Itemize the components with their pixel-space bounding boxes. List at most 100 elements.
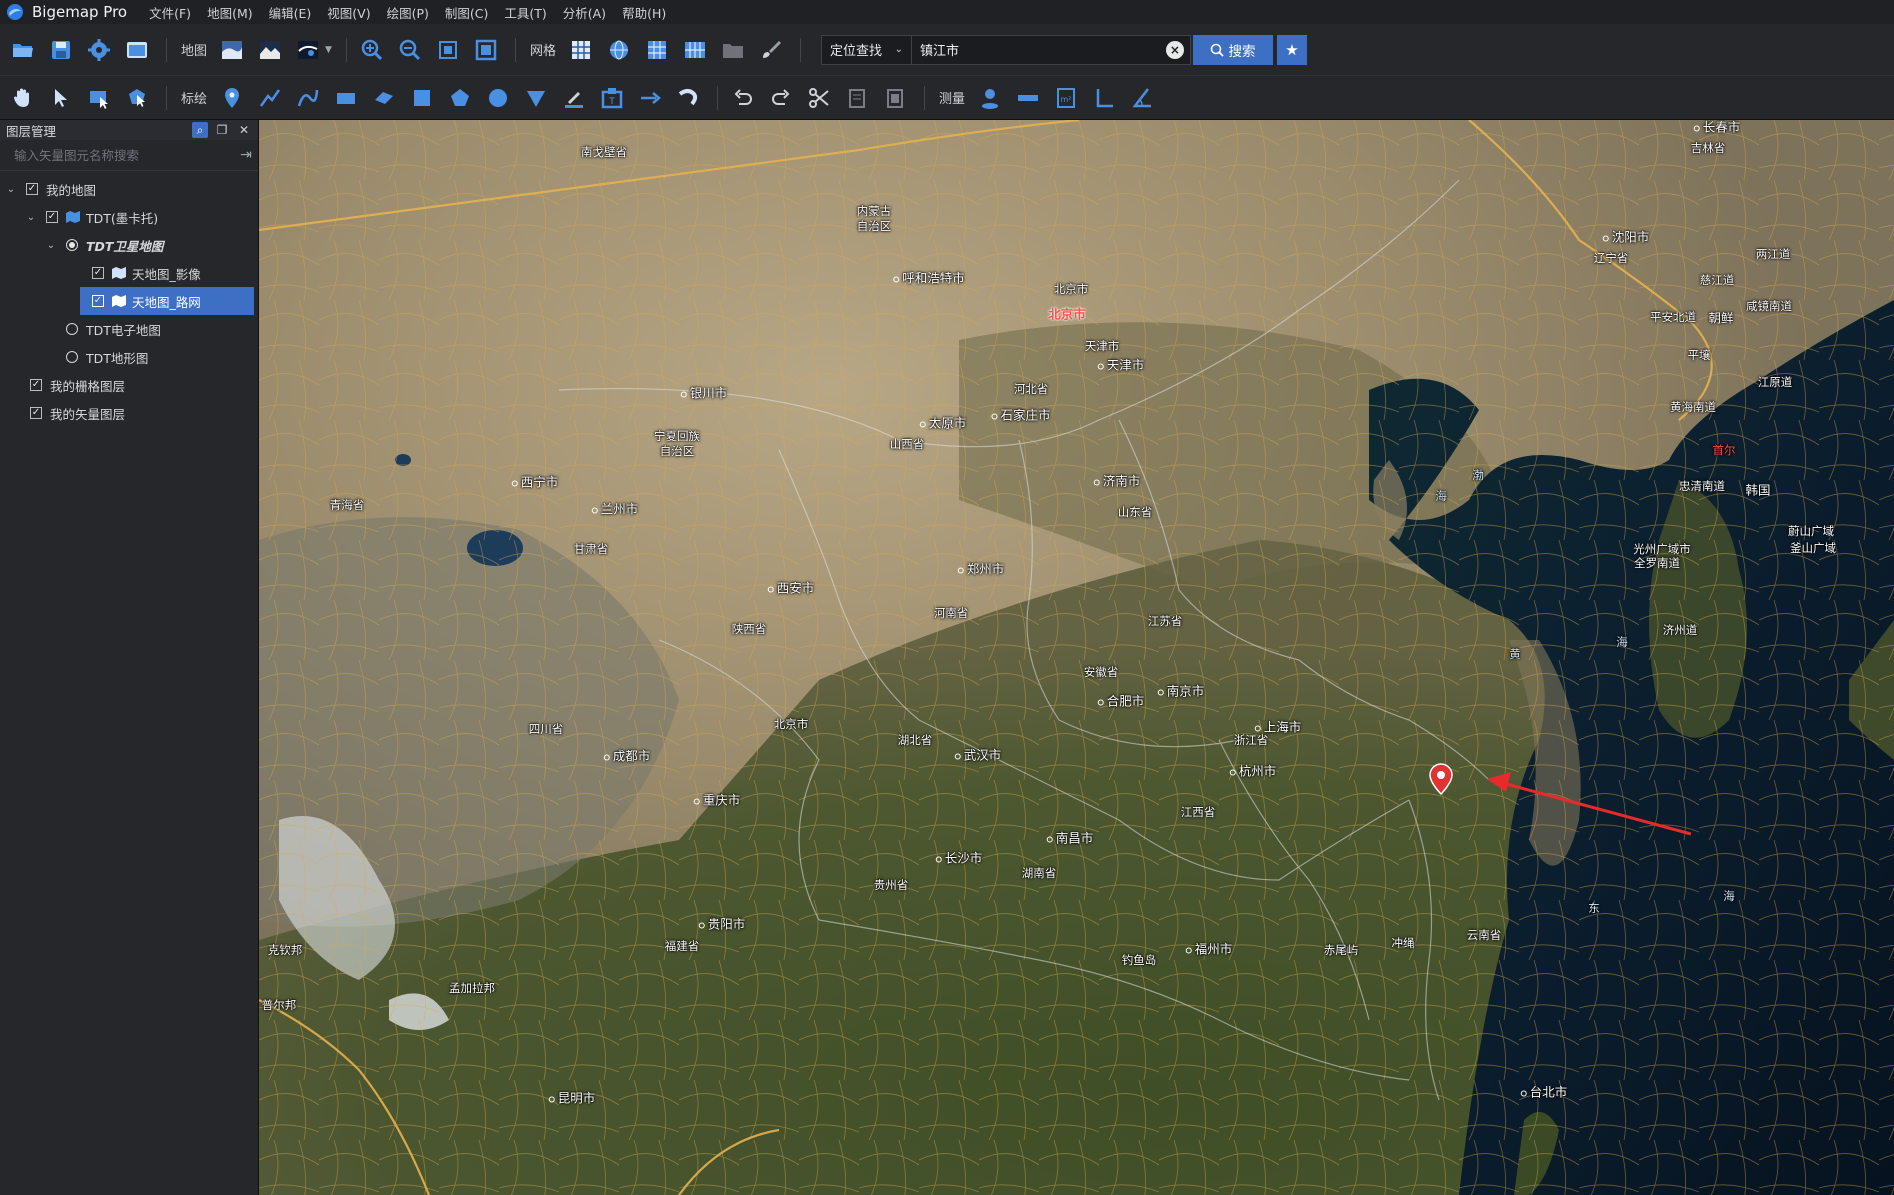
checkbox-checked[interactable]: ✓	[26, 183, 38, 195]
polygon-select-button[interactable]	[120, 81, 154, 115]
menu-analysis[interactable]: 分析(A)	[563, 3, 606, 22]
chevron-down-icon[interactable]: ⌄	[4, 184, 18, 195]
search-icon[interactable]: ⌕	[192, 122, 208, 138]
save-button[interactable]	[44, 33, 78, 67]
search-button[interactable]: 搜索	[1192, 34, 1273, 65]
clear-search-icon[interactable]: ×	[1165, 40, 1184, 59]
map-source-3-button[interactable]	[291, 33, 325, 67]
panel-title: 图层管理	[6, 123, 57, 139]
place-label: 朝鲜	[1708, 310, 1734, 326]
float-window-icon[interactable]: ❐	[214, 122, 230, 138]
tree-item-tdt-mercator[interactable]: ⌄ ✓ TDT(墨卡托)	[0, 203, 258, 231]
radio-unselected[interactable]	[66, 351, 78, 363]
select-tool-button[interactable]	[44, 81, 78, 115]
redo-button[interactable]	[764, 81, 798, 115]
menu-view[interactable]: 视图(V)	[327, 3, 370, 22]
app-name: Bigemap Pro	[32, 3, 128, 21]
curve-tool-button[interactable]	[291, 81, 325, 115]
radio-unselected[interactable]	[66, 323, 78, 335]
tree-item-tdt-satellite[interactable]: ⌄ TDT卫星地图	[0, 231, 258, 259]
tree-item-my-raster-layers[interactable]: ✓ 我的栅格图层	[0, 371, 258, 399]
paste-button[interactable]	[878, 81, 912, 115]
ruler-icon	[1018, 94, 1039, 101]
favorite-button[interactable]: ★	[1276, 34, 1307, 65]
menu-help[interactable]: 帮助(H)	[622, 3, 666, 22]
freeform-tool-button[interactable]	[367, 81, 401, 115]
place-label: 首尔	[1712, 443, 1736, 457]
checkbox-checked[interactable]: ✓	[92, 295, 104, 307]
map-source-1-button[interactable]	[215, 33, 249, 67]
place-label: 自治区	[856, 219, 892, 233]
close-icon[interactable]: ✕	[236, 122, 252, 138]
tile-grid-button[interactable]	[640, 33, 674, 67]
tree-item-tdt-terrain[interactable]: TDT地形图	[0, 343, 258, 371]
map-source-2-button[interactable]	[253, 33, 287, 67]
sector-tool-button[interactable]	[519, 81, 553, 115]
full-extent-button[interactable]	[469, 33, 503, 67]
search-mode-select[interactable]: 定位查找 ⌄	[822, 35, 912, 64]
grid-button[interactable]	[564, 33, 598, 67]
tree-item-my-map[interactable]: ⌄ ✓ 我的地图	[0, 175, 258, 203]
tree-item-my-vector-layers[interactable]: ✓ 我的矢量图层	[0, 399, 258, 427]
chevron-down-icon[interactable]: ▼	[325, 45, 332, 55]
map-pin-icon[interactable]	[1426, 762, 1456, 796]
cut-button[interactable]	[802, 81, 836, 115]
label-tool-button[interactable]: T	[595, 81, 629, 115]
screenshot-button[interactable]	[120, 33, 154, 67]
polygon-tool-button[interactable]	[443, 81, 477, 115]
measure-height-button[interactable]	[1087, 81, 1121, 115]
layer-search-input[interactable]	[12, 146, 234, 164]
point-tool-button[interactable]	[215, 81, 249, 115]
place-label: 陕西省	[731, 622, 767, 636]
globe-grid-button[interactable]	[602, 33, 636, 67]
folder-button[interactable]	[716, 33, 750, 67]
line-tool-button[interactable]	[253, 81, 287, 115]
checkbox-checked[interactable]: ✓	[30, 407, 42, 419]
circle-tool-button[interactable]	[481, 81, 515, 115]
undo-button[interactable]	[726, 81, 760, 115]
collapse-panel-icon[interactable]: ⇥	[234, 147, 258, 163]
tree-item-tianditu-imagery[interactable]: ✓ 天地图_影像	[0, 259, 258, 287]
tree-item-tianditu-roads[interactable]: ✓ 天地图_路网	[80, 287, 254, 315]
chevron-down-icon[interactable]: ⌄	[24, 212, 38, 223]
checkbox-checked[interactable]: ✓	[30, 379, 42, 391]
pan-tool-button[interactable]	[6, 81, 40, 115]
menu-cartography[interactable]: 制图(C)	[445, 3, 488, 22]
menu-map[interactable]: 地图(M)	[207, 3, 253, 22]
place-label: 西安市	[768, 578, 815, 597]
measure-distance-button[interactable]	[1011, 81, 1045, 115]
text-underline-icon	[565, 91, 584, 108]
settings-button[interactable]	[82, 33, 116, 67]
menu-file[interactable]: 文件(F)	[149, 3, 191, 22]
menu-draw[interactable]: 绘图(P)	[387, 3, 429, 22]
map-view[interactable]: 长春市 吉林省 南戈壁省 内蒙古 自治区 沈阳市 辽宁省 两江道 慈江道 咸镜南…	[259, 120, 1894, 1195]
toolbar-separator	[166, 37, 167, 62]
chevron-down-icon[interactable]: ⌄	[44, 240, 58, 251]
clear-button[interactable]	[754, 33, 788, 67]
zoom-out-button[interactable]	[393, 33, 427, 67]
curved-arrow-icon	[678, 88, 698, 105]
curved-arrow-tool-button[interactable]	[671, 81, 705, 115]
tree-item-tdt-electronic[interactable]: TDT电子地图	[0, 315, 258, 343]
place-label: 自治区	[659, 444, 695, 458]
zoom-extent-button[interactable]	[431, 33, 465, 67]
measure-point-button[interactable]	[973, 81, 1007, 115]
search-input[interactable]	[911, 35, 1166, 64]
measure-angle-button[interactable]	[1125, 81, 1159, 115]
radio-selected[interactable]	[66, 239, 78, 251]
measure-area-button[interactable]: m²	[1049, 81, 1083, 115]
checkbox-checked[interactable]: ✓	[92, 267, 104, 279]
menu-tools[interactable]: 工具(T)	[504, 3, 546, 22]
text-tool-button[interactable]	[557, 81, 591, 115]
zoom-in-button[interactable]	[355, 33, 389, 67]
rectangle-select-button[interactable]	[82, 81, 116, 115]
place-label: 西宁市	[512, 472, 559, 491]
checkbox-checked[interactable]: ✓	[46, 211, 58, 223]
open-folder-button[interactable]	[6, 33, 40, 67]
copy-button[interactable]	[840, 81, 874, 115]
rectangle-tool-button[interactable]	[329, 81, 363, 115]
arrow-tool-button[interactable]	[633, 81, 667, 115]
sheet-grid-button[interactable]	[678, 33, 712, 67]
menu-edit[interactable]: 编辑(E)	[269, 3, 312, 22]
square-tool-button[interactable]	[405, 81, 439, 115]
